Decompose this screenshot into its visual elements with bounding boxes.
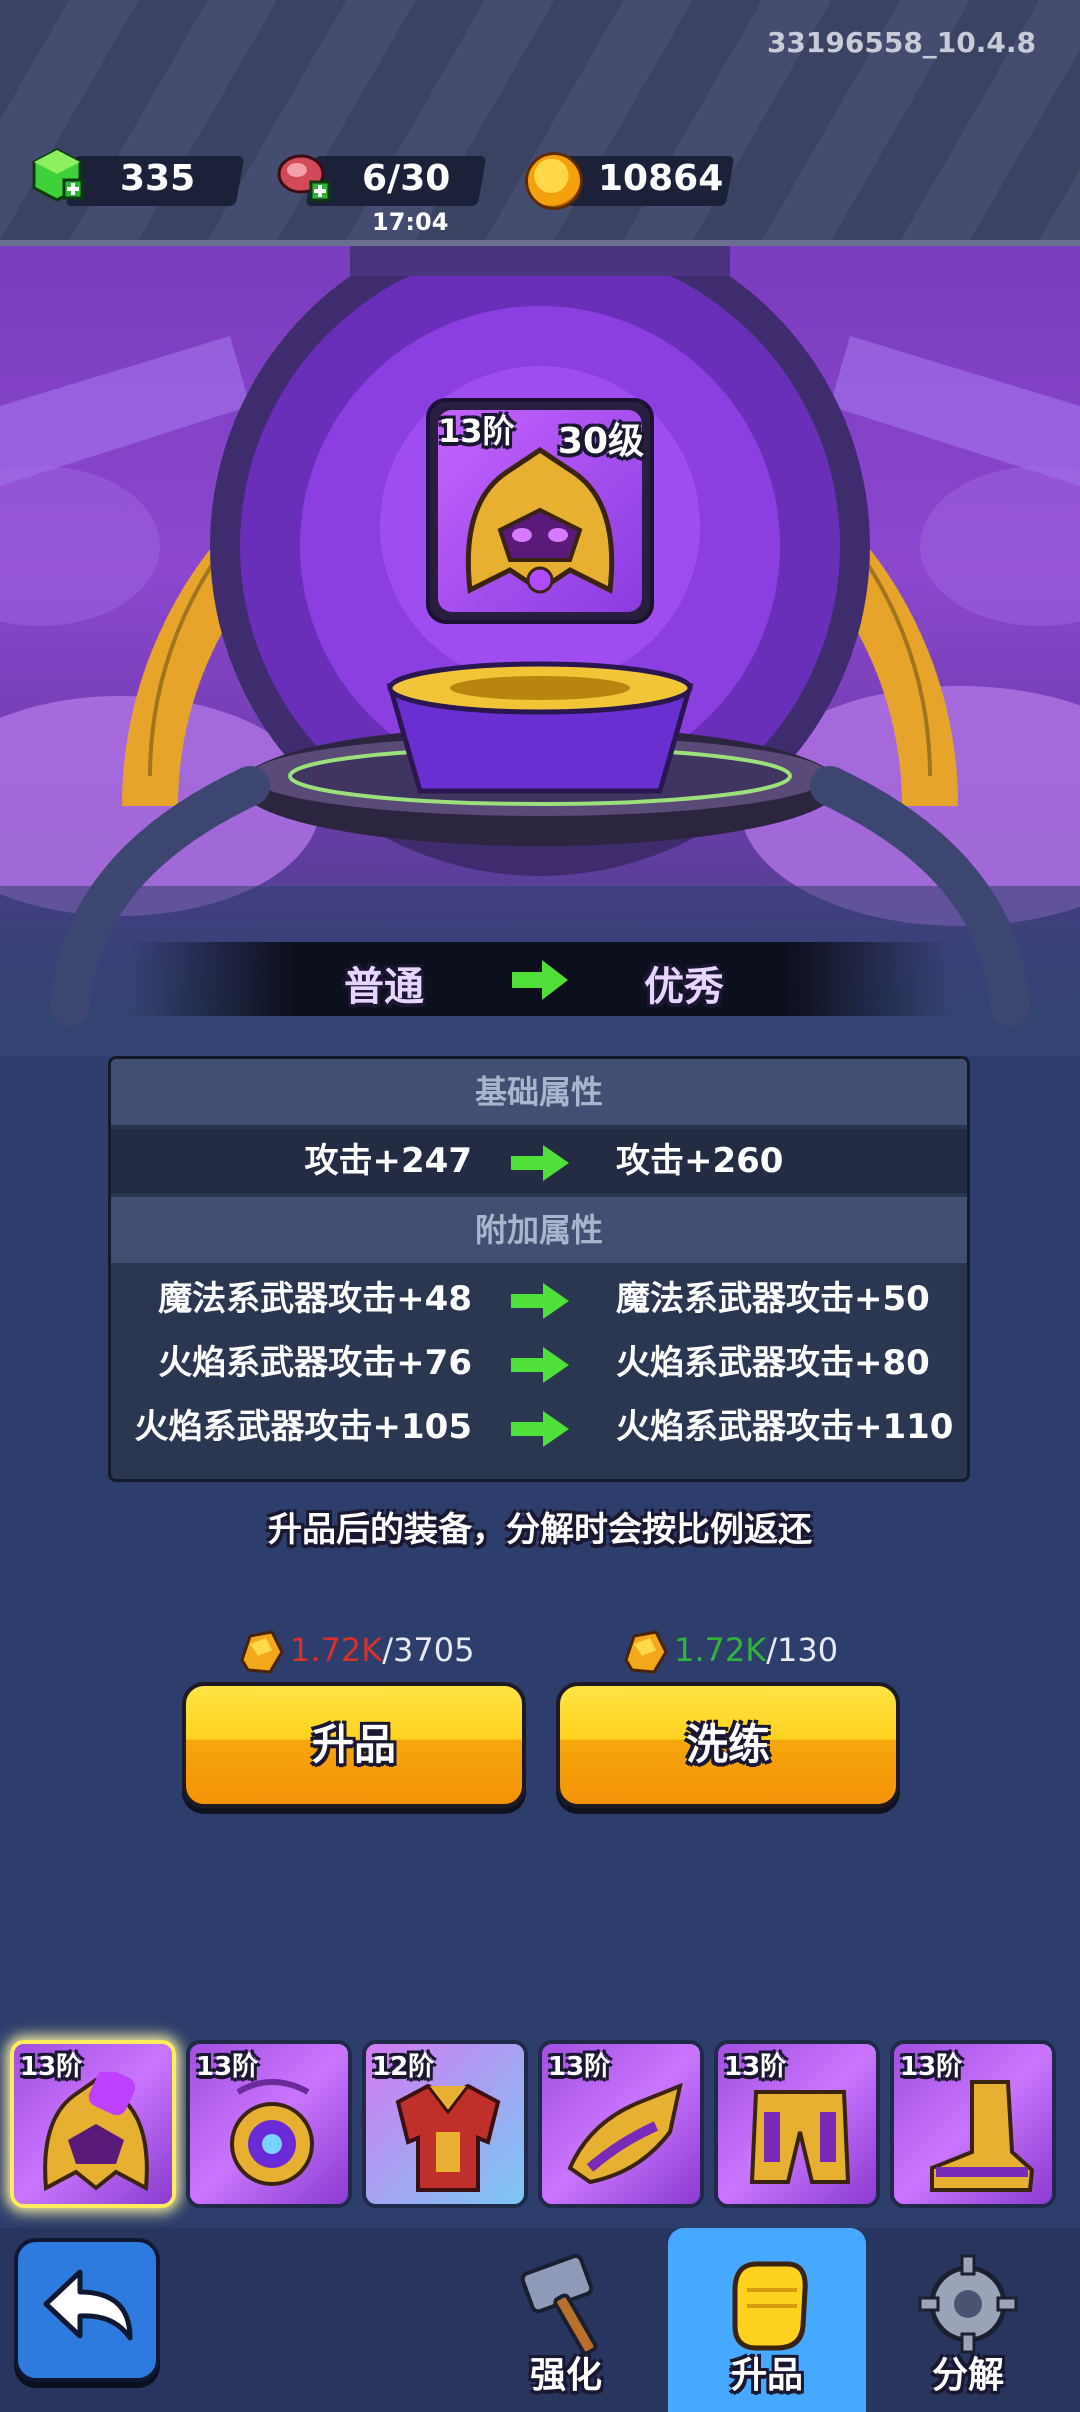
arrow-right-icon: [511, 1283, 569, 1319]
tab-upgrade[interactable]: 升品: [667, 2228, 867, 2412]
stamina-count: 6/30: [362, 158, 451, 199]
attr-from: 火焰系武器攻击+105: [134, 1407, 472, 1447]
back-arrow-icon: [43, 2269, 133, 2341]
item-stage: 13阶 30级 普通 优秀: [0, 246, 1080, 1056]
item-tier: 13阶: [438, 412, 515, 450]
attribute-panel: 基础属性 攻击+247 攻击+260 附加属性 魔法系武器攻击+48 魔法系武器…: [108, 1056, 970, 1482]
equipment-slot-armor[interactable]: 12阶: [362, 2040, 528, 2208]
attr-row: 魔法系武器攻击+48 魔法系武器攻击+50: [111, 1267, 967, 1331]
item-level: 30级: [557, 421, 644, 462]
helmet-icon: [465, 446, 615, 594]
gear-icon: [918, 2254, 1018, 2354]
slot-tier: 13阶: [196, 2052, 259, 2082]
attr-from: 魔法系武器攻击+48: [158, 1279, 472, 1319]
armor-icon: [395, 2083, 501, 2192]
portal-background: [0, 246, 1080, 1056]
arrow-right-icon: [512, 960, 568, 1000]
attr-row: 攻击+247 攻击+260: [111, 1129, 967, 1193]
helmet-icon: [43, 2072, 149, 2192]
upgrade-cost-need: /3705: [382, 1631, 475, 1669]
tab-enhance-label: 强化: [529, 2355, 602, 2396]
boots-icon: [930, 2080, 1035, 2192]
tab-dismantle[interactable]: 分解: [868, 2228, 1068, 2412]
arrow-right-icon: [511, 1411, 569, 1447]
attr-to: 魔法系武器攻击+50: [616, 1279, 930, 1319]
equipment-slot-boots[interactable]: 13阶: [890, 2040, 1056, 2208]
gem-icon[interactable]: [30, 148, 84, 202]
hammer-icon: [520, 2253, 598, 2356]
arrow-right-icon: [511, 1347, 569, 1383]
reforge-cost-have: 1.72K: [674, 1631, 767, 1669]
quality-to: 优秀: [644, 964, 724, 1010]
equipment-slot-helmet[interactable]: 13阶: [10, 2040, 176, 2208]
ore-icon: [624, 1630, 668, 1674]
slot-tier: 13阶: [900, 2052, 963, 2082]
arrow-right-icon: [511, 1145, 569, 1181]
quality-banner: 普通 优秀: [130, 942, 950, 1016]
reforge-cost: 1.72K/130: [620, 1630, 838, 1674]
reforge-cost-need: /130: [766, 1631, 839, 1669]
attr-from: 火焰系武器攻击+76: [158, 1343, 472, 1383]
version-label: 33196558_10.4.8: [766, 26, 1036, 59]
tab-upgrade-label: 升品: [730, 2355, 803, 2396]
upgrade-note: 升品后的装备，分解时会按比例返还: [268, 1510, 812, 1550]
equipment-slot-leg-armor[interactable]: 13阶: [714, 2040, 880, 2208]
equipment-slots: 13阶 13阶 12阶 13阶 13阶 13阶: [10, 2040, 1070, 2212]
gem-count: 335: [120, 158, 196, 199]
upgrade-cost: 1.72K/3705: [236, 1630, 474, 1674]
upgrade-button[interactable]: 升品: [182, 1682, 526, 1808]
attr-row: 火焰系武器攻击+76 火焰系武器攻击+80: [111, 1331, 967, 1395]
gold-count: 10864: [598, 158, 724, 199]
reforge-button[interactable]: 洗练: [556, 1682, 900, 1808]
ore-icon: [240, 1630, 284, 1674]
equipment-slot-amulet[interactable]: 13阶: [186, 2040, 352, 2208]
slot-tier: 12阶: [372, 2052, 435, 2082]
stamina-timer: 17:04: [372, 208, 449, 236]
tab-dismantle-label: 分解: [931, 2355, 1004, 2396]
top-bar: 33196558_10.4.8 335 6/30 17:04 10864: [0, 0, 1080, 246]
extra-attr-title: 附加属性: [111, 1197, 967, 1263]
attr-to: 火焰系武器攻击+80: [616, 1343, 930, 1383]
equipment-slot-gauntlet[interactable]: 13阶: [538, 2040, 704, 2208]
gauntlet-icon: [567, 2082, 683, 2185]
fist-icon: [732, 2261, 808, 2351]
quality-from: 普通: [344, 964, 424, 1010]
back-button[interactable]: [14, 2238, 160, 2382]
attr-to: 攻击+260: [616, 1141, 784, 1181]
upgrade-cost-have: 1.72K: [290, 1631, 383, 1669]
slot-tier: 13阶: [20, 2052, 83, 2082]
attr-to: 火焰系武器攻击+110: [616, 1407, 954, 1447]
amulet-icon: [230, 2079, 314, 2186]
gold-coin-icon: [525, 152, 583, 210]
slot-tier: 13阶: [548, 2052, 611, 2082]
attr-from: 攻击+247: [304, 1141, 472, 1181]
attr-row: 火焰系武器攻击+105 火焰系武器攻击+110: [111, 1395, 967, 1459]
base-attr-title: 基础属性: [111, 1059, 967, 1125]
meat-stamina-icon[interactable]: [275, 152, 331, 202]
leg-armor-icon: [749, 2090, 851, 2184]
slot-tier: 13阶: [724, 2052, 787, 2082]
bottom-nav: 强化 升品 分解: [0, 2228, 1080, 2412]
tab-enhance[interactable]: 强化: [466, 2228, 666, 2412]
item-card[interactable]: 13阶 30级: [426, 398, 654, 624]
